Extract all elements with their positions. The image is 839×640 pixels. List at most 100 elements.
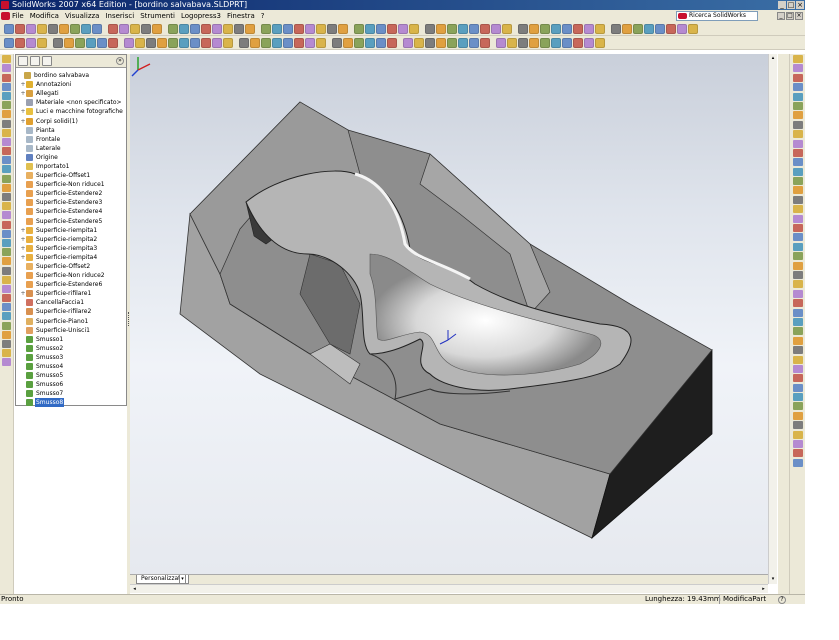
toolbar-button-icon[interactable] [338,23,348,34]
tree-item[interactable]: Superficie-Offset2 [16,262,126,271]
toolbar-button-icon[interactable] [92,23,102,34]
toolbar-button-icon[interactable] [633,23,643,34]
toolbar-button-icon[interactable] [584,37,594,48]
tree-item[interactable]: Smusso3 [16,353,126,362]
side-tool-icon[interactable] [792,64,803,73]
toolbar-button-icon[interactable] [376,23,386,34]
side-tool-icon[interactable] [792,205,803,214]
tree-item[interactable]: + Annotazioni [16,80,126,89]
toolbar-button-icon[interactable] [272,23,282,34]
configurationmanager-tab[interactable] [42,56,52,66]
toolbar-button-icon[interactable] [272,37,282,48]
toolbar-button-icon[interactable] [436,37,446,48]
toolbar-button-icon[interactable] [403,37,413,48]
side-tool-icon[interactable] [2,73,11,82]
side-tool-icon[interactable] [2,165,11,174]
toolbar-button-icon[interactable] [261,23,271,34]
toolbar-button-icon[interactable] [135,37,145,48]
toolbar-button-icon[interactable] [343,37,353,48]
toolbar-button-icon[interactable] [305,23,315,34]
side-tool-icon[interactable] [792,449,803,458]
side-tool-icon[interactable] [2,55,11,64]
toolbar-button-icon[interactable] [168,23,178,34]
toolbar-button-icon[interactable] [677,23,687,34]
side-tool-icon[interactable] [792,101,803,110]
tree-item[interactable]: + Superficie-riempita1 [16,226,126,235]
tree-item[interactable]: Superficie-Non riduce2 [16,271,126,280]
toolbar-button-icon[interactable] [491,23,501,34]
tree-item[interactable]: Superficie-Estendere2 [16,189,126,198]
toolbar-button-icon[interactable] [294,37,304,48]
doc-close-button[interactable]: × [795,12,803,20]
toolbar-button-icon[interactable] [595,23,605,34]
collapse-panel-button[interactable]: » [116,57,124,65]
scroll-right-button[interactable]: ▸ [759,585,768,593]
menu-visualizza[interactable]: Visualizza [65,12,99,20]
vertical-scrollbar[interactable]: ▴ ▾ [768,54,777,584]
side-tool-icon[interactable] [2,119,11,128]
tree-item[interactable]: Importato1 [16,162,126,171]
toolbar-button-icon[interactable] [261,37,271,48]
toolbar-button-icon[interactable] [469,37,479,48]
side-tool-icon[interactable] [792,336,803,345]
scroll-up-button[interactable]: ▴ [769,54,777,63]
menu-finestra[interactable]: Finestra [227,12,255,20]
tree-item[interactable]: + Superficie-riempita3 [16,244,126,253]
toolbar-button-icon[interactable] [108,37,118,48]
doc-restore-button[interactable]: □ [786,12,794,20]
toolbar-button-icon[interactable] [75,37,85,48]
toolbar-button-icon[interactable] [37,23,47,34]
toolbar-button-icon[interactable] [316,37,326,48]
toolbar-button-icon[interactable] [294,23,304,34]
side-tool-icon[interactable] [2,137,11,146]
tree-item[interactable]: + Allegati [16,89,126,98]
toolbar-button-icon[interactable] [644,23,654,34]
toolbar-button-icon[interactable] [529,23,539,34]
side-tool-icon[interactable] [792,430,803,439]
toolbar-button-icon[interactable] [70,23,80,34]
toolbar-button-icon[interactable] [4,23,14,34]
menu-strumenti[interactable]: Strumenti [140,12,175,20]
toolbar-button-icon[interactable] [64,37,74,48]
side-tool-icon[interactable] [2,91,11,100]
toolbar-button-icon[interactable] [562,23,572,34]
side-tool-icon[interactable] [792,233,803,242]
side-tool-icon[interactable] [792,280,803,289]
side-tool-icon[interactable] [792,261,803,270]
side-tool-icon[interactable] [792,148,803,157]
toolbar-button-icon[interactable] [179,37,189,48]
tree-item[interactable]: + Luci e macchine fotografiche [16,107,126,116]
side-tool-icon[interactable] [2,110,11,119]
side-tool-icon[interactable] [2,128,11,137]
search-field[interactable]: Ricerca SolidWorks [676,11,758,21]
side-tool-icon[interactable] [792,130,803,139]
toolbar-button-icon[interactable] [387,37,397,48]
side-tool-icon[interactable] [2,101,11,110]
side-tool-icon[interactable] [792,327,803,336]
menu-modifica[interactable]: Modifica [30,12,59,20]
toolbar-button-icon[interactable] [97,37,107,48]
tree-item[interactable]: bordino salvabava [16,71,126,80]
side-tool-icon[interactable] [792,214,803,223]
side-tool-icon[interactable] [792,92,803,101]
toolbar-button-icon[interactable] [239,37,249,48]
toolbar-button-icon[interactable] [26,23,36,34]
side-tool-icon[interactable] [2,174,11,183]
side-tool-icon[interactable] [792,120,803,129]
toolbar-button-icon[interactable] [48,23,58,34]
side-tool-icon[interactable] [2,275,11,284]
scroll-left-button[interactable]: ◂ [130,585,139,593]
side-tool-icon[interactable] [2,202,11,211]
toolbar-button-icon[interactable] [622,23,632,34]
tree-item[interactable]: Superficie-Unisci1 [16,326,126,335]
solidworks-menu-icon[interactable] [1,12,10,20]
toolbar-button-icon[interactable] [201,37,211,48]
toolbar-button-icon[interactable] [190,37,200,48]
toolbar-button-icon[interactable] [108,23,118,34]
toolbar-button-icon[interactable] [469,23,479,34]
side-tool-icon[interactable] [2,82,11,91]
maximize-button[interactable]: □ [787,1,795,9]
toolbar-button-icon[interactable] [447,23,457,34]
toolbar-button-icon[interactable] [26,37,36,48]
toolbar-button-icon[interactable] [398,23,408,34]
